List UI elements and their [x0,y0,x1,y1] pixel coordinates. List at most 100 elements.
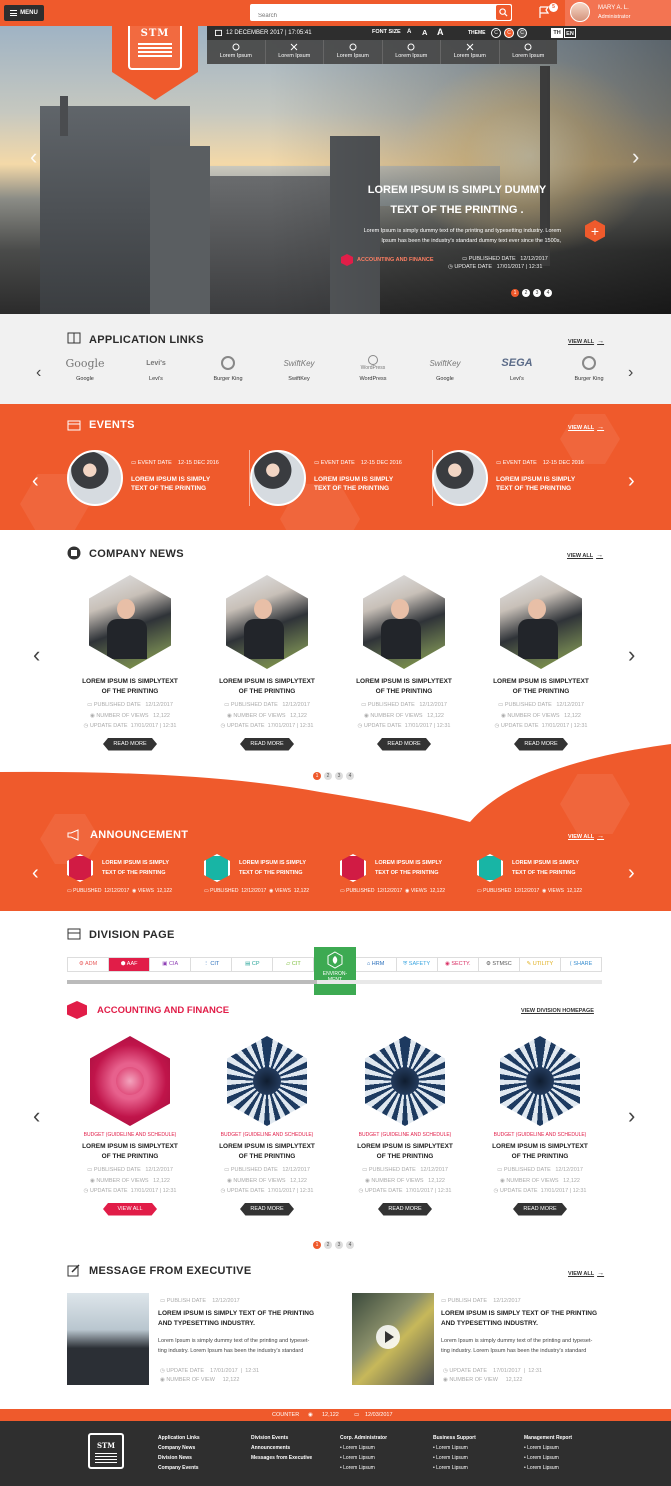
quick-link[interactable]: Lorem Ipsum [383,40,441,64]
page-dot[interactable]: 3 [533,289,541,297]
next-arrow[interactable]: › [628,1103,635,1129]
news-card[interactable]: LOREM IPSUM IS SIMPLYTEXT OF THE PRINTING… [212,575,322,751]
footer-heading[interactable]: Business Support [433,1433,476,1443]
footer-link[interactable]: Division News [158,1453,200,1463]
page-dot[interactable]: 2 [324,1241,332,1249]
page-dot[interactable]: 1 [511,289,519,297]
footer-link[interactable]: Announcements [251,1443,312,1453]
announcement-card[interactable]: LOREM IPSUM IS SIMPLY TEXT OF THE PRINTIN… [477,854,607,894]
footer-link[interactable]: • Lorem Lipsum [340,1463,387,1473]
quick-link[interactable]: Lorem Ipsum [500,40,558,64]
event-card[interactable]: ▭ EVENT DATE 12-15 DEC 2016 LOREM IPSUM … [250,450,433,506]
quick-link[interactable]: Lorem Ipsum [266,40,324,64]
division-card[interactable]: BUDGET (GUIDELINE AND SCHEDULE) LOREM IP… [207,1036,327,1216]
division-card[interactable]: BUDGET (GUIDELINE AND SCHEDULE) LOREM IP… [345,1036,465,1216]
hero-next-arrow[interactable]: › [632,144,639,170]
tabs-scrollbar[interactable] [67,980,602,984]
theme-option-2[interactable]: C [504,28,514,38]
division-card[interactable]: BUDGET (GUIDELINE AND SCHEDULE) LOREM IP… [480,1036,600,1216]
tab-utility[interactable]: ✎ UTILITY [520,958,561,971]
view-all-link[interactable]: VIEW ALL → [568,833,604,840]
view-division-homepage-link[interactable]: VIEW DIVISION HOMEPAGE [521,1008,594,1014]
next-arrow[interactable]: › [628,364,633,382]
view-all-link[interactable]: VIEW ALL → [568,1270,604,1277]
announcement-card[interactable]: LOREM IPSUM IS SIMPLY TEXT OF THE PRINTIN… [340,854,470,894]
news-card[interactable]: LOREM IPSUM IS SIMPLYTEXT OF THE PRINTING… [349,575,459,751]
footer-link[interactable]: • Lorem Lipsum [524,1453,572,1463]
next-arrow[interactable]: › [628,470,635,493]
read-more-button[interactable]: READ MORE [513,1202,567,1216]
footer-link[interactable]: • Lorem Lipsum [524,1443,572,1453]
read-more-button[interactable]: READ MORE [378,1202,432,1216]
footer-link[interactable]: • Lorem Lipsum [340,1443,387,1453]
menu-button[interactable]: MENU [4,5,44,21]
prev-arrow[interactable]: ‹ [33,642,40,668]
next-arrow[interactable]: › [628,642,635,668]
footer-heading[interactable]: Corp. Administrator [340,1433,387,1443]
tab-cia[interactable]: ▣ CIA [150,958,192,971]
page-dot[interactable]: 1 [313,772,321,780]
app-link-item[interactable]: Levi's Levi's [125,354,187,383]
news-card[interactable]: LOREM IPSUM IS SIMPLYTEXT OF THE PRINTING… [486,575,596,751]
app-link-item[interactable]: SwiftKey SwiftKey [268,354,330,383]
font-medium-button[interactable]: A [422,28,427,37]
app-link-item[interactable]: Google Google [54,354,116,383]
footer-link[interactable]: Division Events [251,1433,312,1443]
quick-link[interactable]: Lorem Ipsum [207,40,266,64]
footer-link[interactable]: • Lorem Lipsum [340,1453,387,1463]
quick-link[interactable]: Lorem Ipsum [324,40,383,64]
theme-option-3[interactable]: C [517,28,527,38]
read-more-button[interactable]: READ MORE [240,1202,294,1216]
page-dot[interactable]: 2 [522,289,530,297]
footer-link[interactable]: Messages from Executive [251,1453,312,1463]
font-large-button[interactable]: A [437,27,444,37]
hero-category-tag[interactable]: ACCOUNTING AND FINANCE [341,254,434,266]
tab-safety[interactable]: ⛨ SAFETY [397,958,438,971]
tab-cp[interactable]: ▤ CP [232,958,274,971]
page-dot[interactable]: 4 [346,772,354,780]
font-small-button[interactable]: A [407,29,411,35]
tab-adm[interactable]: ⚙ ADM [68,958,110,971]
play-icon[interactable] [376,1325,400,1349]
tab-secty[interactable]: ◉ SECTY. [438,958,479,971]
tab-share[interactable]: ⟨ SHARE [561,958,601,971]
app-link-item[interactable]: SwiftKey Google [414,354,476,383]
view-all-button[interactable]: VIEW ALL [103,1202,157,1216]
app-link-item[interactable]: WordPress WordPress [342,354,404,382]
page-dot[interactable]: 4 [346,1241,354,1249]
prev-arrow[interactable]: ‹ [32,470,39,493]
tab-environment[interactable]: ENVIRON- MENT [314,947,356,995]
footer-link[interactable]: Application Links [158,1433,200,1443]
division-card[interactable]: BUDGET (GUIDELINE AND SCHEDULE) LOREM IP… [70,1036,190,1216]
view-all-link[interactable]: VIEW ALL → [568,424,604,431]
scrollbar-thumb[interactable] [67,980,317,984]
tab-cit[interactable]: ⋮ CIT [191,958,233,971]
prev-arrow[interactable]: ‹ [36,364,41,382]
search-input[interactable] [250,7,490,25]
view-all-link[interactable]: VIEW ALL → [568,338,604,345]
footer-link[interactable]: Company Events [158,1463,200,1473]
footer-link[interactable]: • Lorem Lipsum [524,1463,572,1473]
page-dot[interactable]: 2 [324,772,332,780]
tab-cit-2[interactable]: ▱ CIT [273,958,315,971]
footer-link[interactable]: Company News [158,1443,200,1453]
prev-arrow[interactable]: ‹ [33,1103,40,1129]
msg-title[interactable]: LOREM IPSUM IS SIMPLY TEXT OF THE PRINTI… [441,1309,597,1329]
app-link-item[interactable]: SEGA Levi's [486,354,548,382]
app-link-item[interactable]: Burger King [558,354,620,382]
footer-link[interactable]: • Lorem Lipsum [433,1453,476,1463]
announcement-card[interactable]: LOREM IPSUM IS SIMPLY TEXT OF THE PRINTIN… [67,854,197,894]
page-dot[interactable]: 1 [313,1241,321,1249]
next-arrow[interactable]: › [628,862,635,885]
announcement-card[interactable]: LOREM IPSUM IS SIMPLY TEXT OF THE PRINTIN… [204,854,334,894]
news-card[interactable]: LOREM IPSUM IS SIMPLYTEXT OF THE PRINTING… [75,575,185,751]
executive-photo[interactable] [67,1293,149,1385]
footer-heading[interactable]: Management Report [524,1433,572,1443]
theme-option-1[interactable]: C [491,28,501,38]
msg-title[interactable]: LOREM IPSUM IS SIMPLY TEXT OF THE PRINTI… [158,1309,314,1329]
footer-logo[interactable]: STM [88,1433,124,1469]
event-card[interactable]: ▭ EVENT DATE 12-15 DEC 2016 LOREM IPSUM … [67,450,250,506]
site-logo[interactable]: STM [128,26,182,70]
search-button[interactable] [496,5,511,20]
quick-link[interactable]: Lorem Ipsum [441,40,500,64]
